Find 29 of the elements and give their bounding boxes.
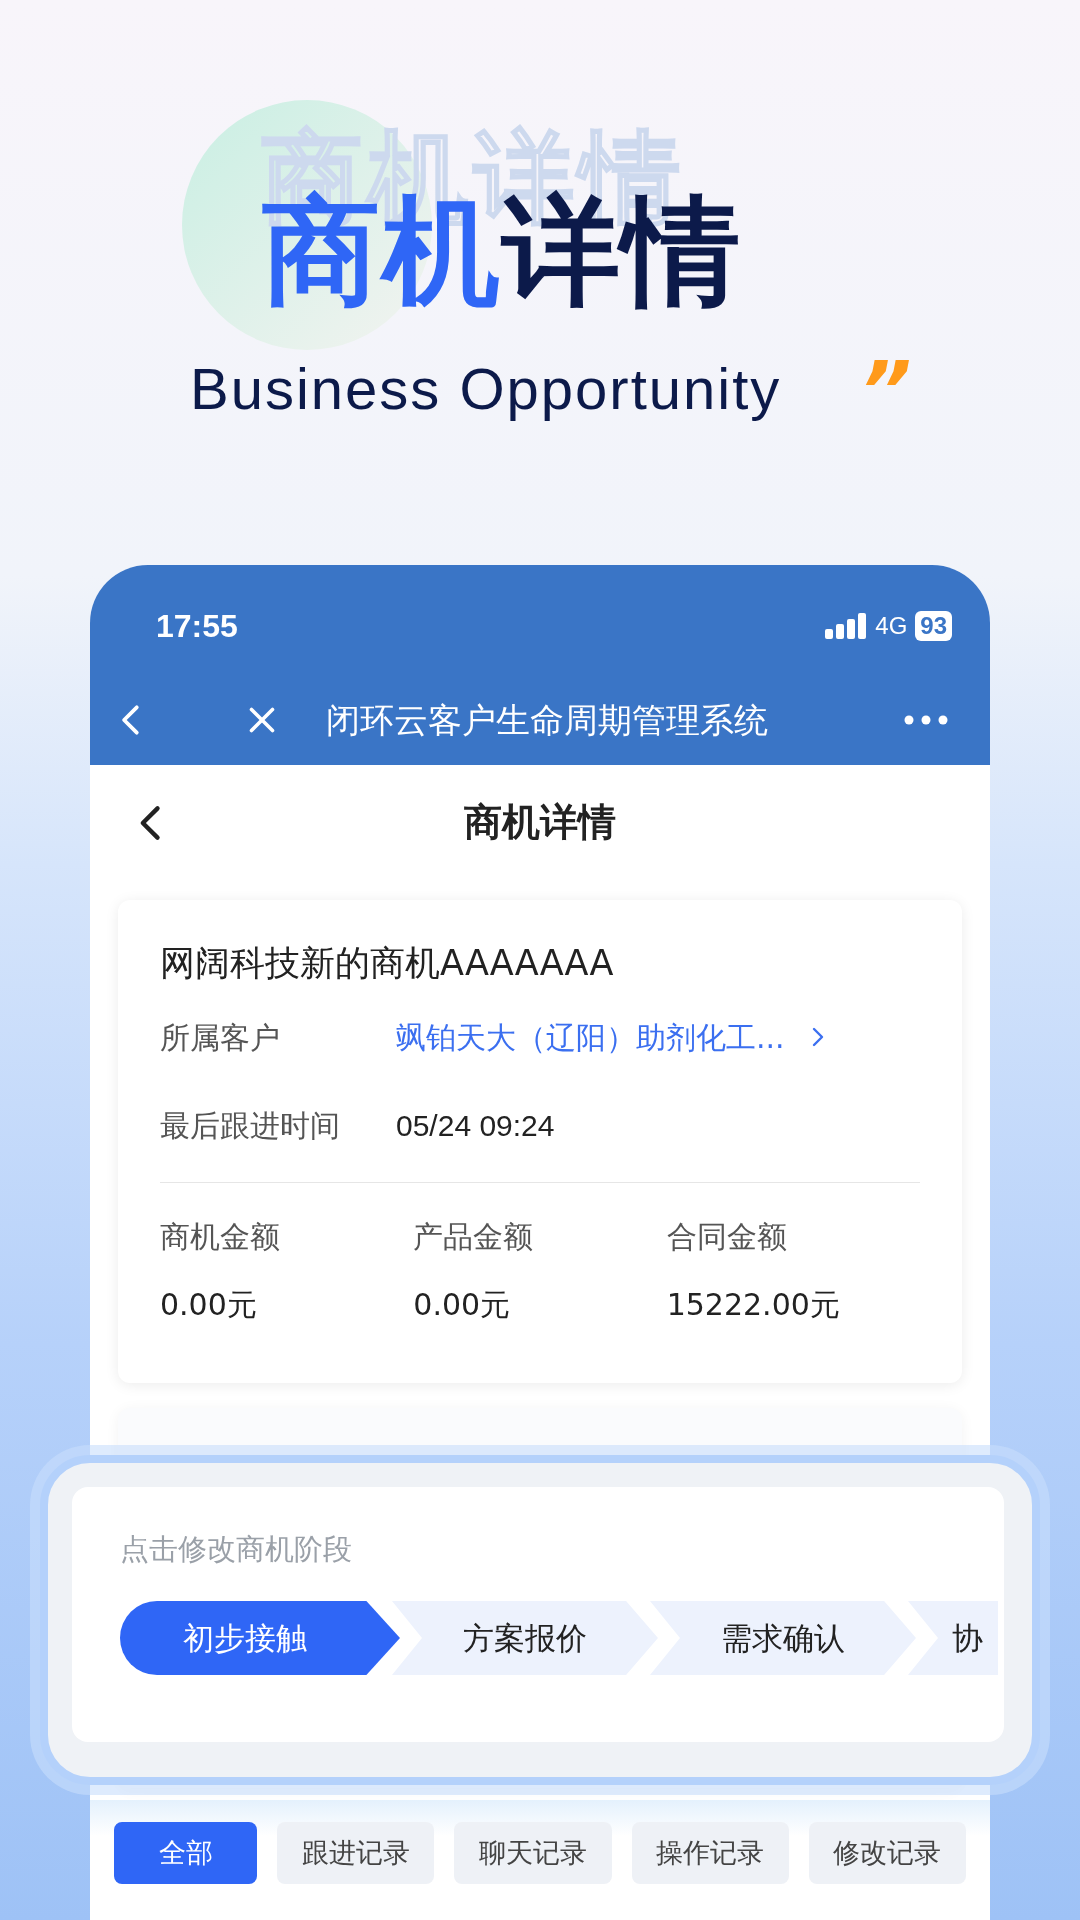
more-icon [904,715,948,725]
stage-hint: 点击修改商机阶段 [120,1531,353,1568]
record-tab[interactable]: 跟进记录 [277,1822,435,1884]
amount-value: 0.00元 [413,1286,512,1324]
stage-step[interactable]: 需求确认 [650,1601,916,1675]
stage-step[interactable]: 初步接触 [120,1601,400,1675]
quote-mark: ” [860,352,912,432]
amount-label: 合同金额 [666,1218,788,1256]
field-label: 所属客户 [160,1018,281,1057]
signal-icon [825,613,868,639]
record-tab[interactable]: 全部 [114,1822,258,1884]
battery-level: 93 [915,611,952,641]
amount-value: 15222.00元 [666,1286,841,1324]
field-label: 最后跟进时间 [160,1106,341,1145]
record-tab[interactable]: 操作记录 [631,1822,789,1884]
record-tab[interactable]: 聊天记录 [454,1822,612,1884]
stage-step[interactable]: 协 [908,1601,998,1675]
stage-step[interactable]: 方案报价 [392,1601,658,1675]
amount-label: 商机金额 [160,1218,281,1256]
network-label: 4G [875,611,908,641]
field-value: 05/24 09:24 [396,1107,555,1144]
amount-label: 产品金额 [413,1218,535,1256]
customer-link[interactable]: 飒铂天大（辽阳）助剂化工... [396,1014,829,1060]
app-title: 闭环云客户生命周期管理系统 [326,698,768,742]
page-title: 商机详情 [464,799,616,846]
opportunity-name: 网阔科技新的商机AAAAAAA [160,942,615,985]
status-time: 17:55 [156,607,238,646]
record-tab[interactable]: 修改记录 [808,1822,966,1884]
amount-value: 0.00元 [160,1286,258,1324]
